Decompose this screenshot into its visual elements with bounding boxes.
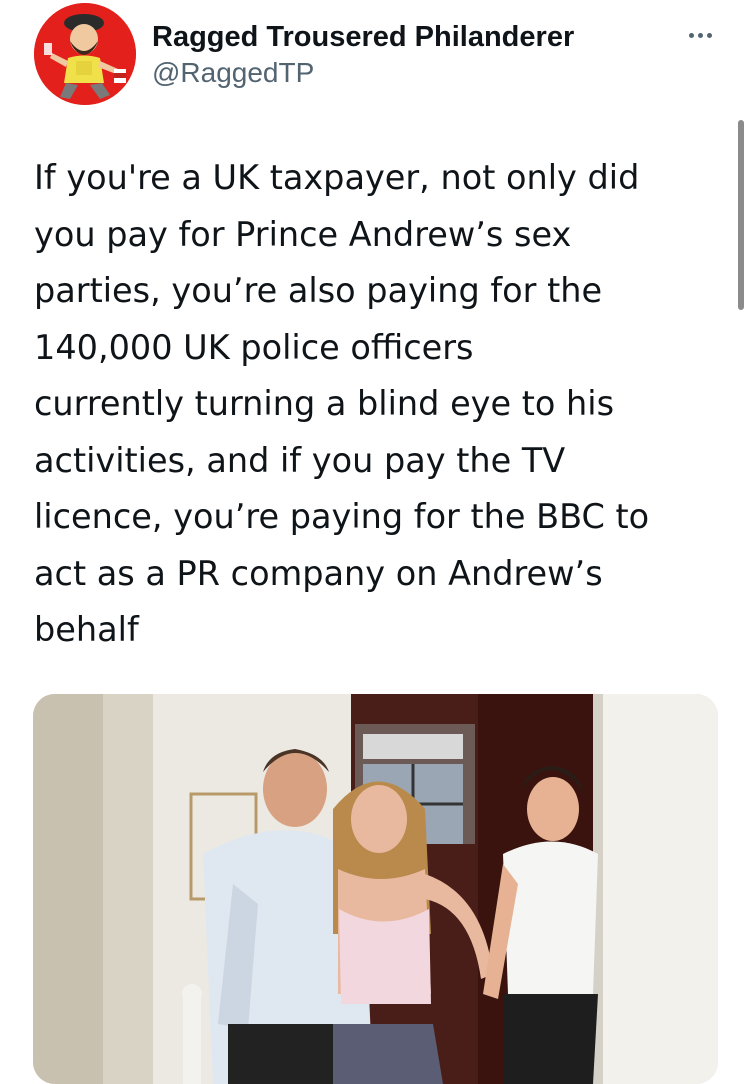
more-horizontal-icon — [697, 32, 703, 38]
more-horizontal-icon — [706, 32, 712, 38]
avatar-cartoon-image — [34, 3, 136, 105]
scrollbar[interactable] — [738, 120, 744, 310]
user-handle[interactable]: @RaggedTP — [152, 56, 574, 90]
author-block: Ragged Trousered Philanderer @RaggedTP — [152, 20, 574, 90]
tweet-text: If you're a UK taxpayer, not only did yo… — [34, 158, 650, 649]
more-horizontal-icon — [688, 32, 694, 38]
photo-image — [33, 694, 718, 1084]
more-options-button[interactable] — [680, 20, 720, 50]
avatar[interactable] — [34, 3, 136, 105]
display-name[interactable]: Ragged Trousered Philanderer — [152, 20, 574, 54]
tweet-photo[interactable] — [33, 694, 718, 1084]
